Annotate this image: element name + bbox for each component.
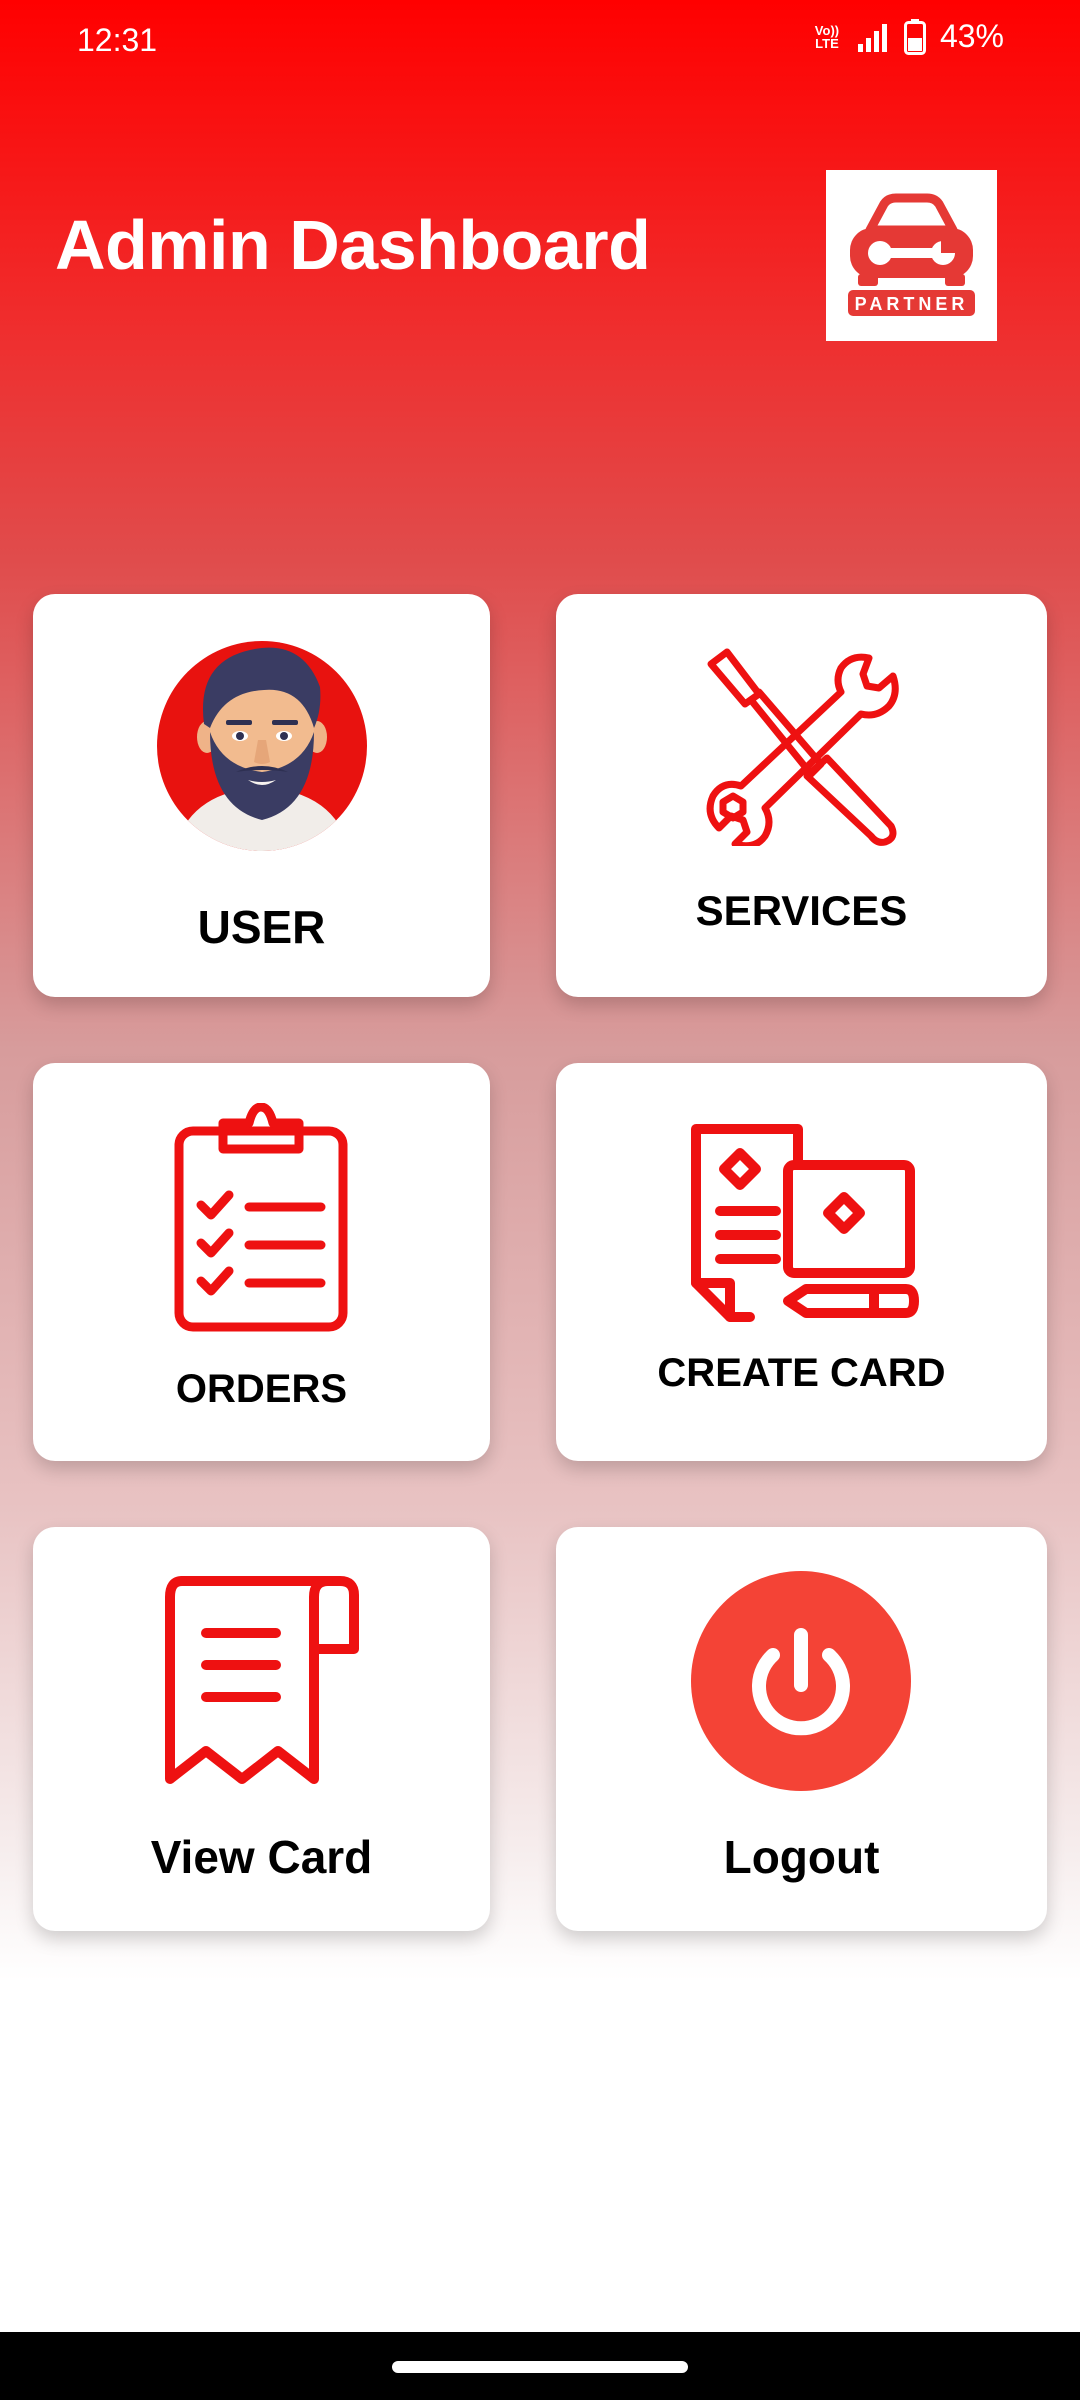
orders-tile[interactable]: ORDERS [33,1063,490,1461]
battery-icon [903,18,926,55]
car-wrench-logo [848,193,975,316]
create-card-tile-label: CREATE CARD [657,1351,946,1395]
services-tile[interactable]: SERVICES [556,594,1047,997]
create-card-icon [691,1124,919,1322]
services-tile-label: SERVICES [695,887,908,934]
view-card-tile-label: View Card [150,1831,373,1883]
signal-icon [857,23,887,52]
user-tile[interactable]: USER [33,594,490,997]
partner-logo: PARTNER [826,170,997,341]
home-gesture-handle[interactable] [392,2361,688,2373]
logout-tile-label: Logout [723,1831,880,1883]
receipt-icon [165,1576,359,1784]
logout-tile[interactable]: Logout [556,1527,1047,1931]
view-card-tile[interactable]: View Card [33,1527,490,1931]
status-bar: 12:31 Vo)) LTE 43% [0,0,1080,84]
create-card-tile[interactable]: CREATE CARD [556,1063,1047,1461]
logo-label: PARTNER [854,294,969,314]
user-avatar-icon [157,641,367,851]
power-icon [691,1571,911,1791]
clipboard-checklist-icon [174,1103,348,1332]
orders-tile-label: ORDERS [175,1367,348,1411]
user-tile-label: USER [197,901,326,953]
system-nav-bar [0,2332,1080,2400]
status-time: 12:31 [77,22,158,58]
volte-bottom-text: LTE [815,35,839,51]
status-icons: Vo)) LTE 43% [812,18,1004,55]
page-title: Admin Dashboard [55,206,651,284]
battery-percent: 43% [939,18,1004,54]
tools-icon [706,648,899,846]
volte-icon: Vo)) LTE [812,24,842,50]
volte-top-text: Vo)) [814,22,840,38]
